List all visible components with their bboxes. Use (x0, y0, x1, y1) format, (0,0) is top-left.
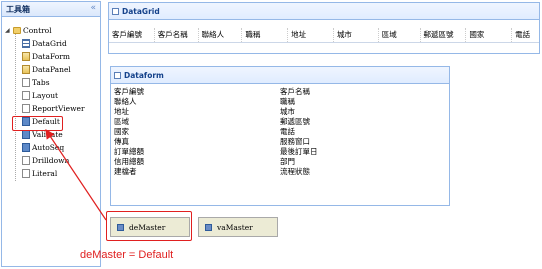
tree-item-label: Layout (32, 91, 59, 100)
tree-item-label: Drilldown (32, 156, 70, 165)
annotation-label: deMaster = Default (80, 249, 174, 261)
tree-item-tabs[interactable]: Tabs (22, 77, 50, 88)
validate-icon (22, 130, 30, 139)
page-icon (22, 78, 30, 87)
datagrid-title: DataGrid (122, 6, 160, 16)
datagrid-panel[interactable]: DataGrid 客戶編號 客戶名稱 聯絡人 職稱 地址 城市 區域 郵遞區號 … (108, 2, 540, 54)
highlight-default (12, 116, 63, 131)
datagrid-columns: 客戶編號 客戶名稱 聯絡人 職稱 地址 城市 區域 郵遞區號 國家 電話 (109, 28, 539, 43)
vamaster-label: vaMaster (217, 222, 253, 232)
tree-item-label: AutoSeq (32, 143, 65, 152)
collapse-icon[interactable]: « (90, 3, 96, 13)
tree-item-drilldown[interactable]: Drilldown (22, 155, 69, 166)
field-label: 建檔者 (114, 166, 137, 176)
tree-item-label: Validate (32, 130, 63, 139)
page-icon (22, 169, 30, 178)
autoseq-icon (22, 143, 30, 152)
tree-item-label: DataForm (32, 52, 70, 61)
column-header[interactable]: 客戶編號 (109, 28, 155, 42)
dataform-fields: 客戶編號 客戶名稱 聯絡人 職稱 地址 城市 區域 郵遞區號 國家 電話 傳真 服務窗口 訂… (114, 86, 446, 176)
tree-root-control[interactable]: ◢ Control (5, 25, 52, 36)
dataform-header: Dataform (111, 67, 449, 84)
column-header[interactable]: 地址 (288, 28, 334, 42)
column-header[interactable]: 客戶名稱 (155, 28, 199, 42)
folder-icon (13, 27, 21, 34)
tree-item-label: Literal (32, 169, 58, 178)
column-header[interactable]: 電話 (512, 28, 539, 42)
tree-item-label: DataGrid (32, 39, 67, 48)
tree-item-label: DataPanel (32, 65, 71, 74)
page-icon (22, 156, 30, 165)
tree-item-autoseq[interactable]: AutoSeq (22, 142, 64, 153)
component-icon (205, 223, 212, 231)
tree-root-label: Control (23, 26, 52, 35)
column-header[interactable]: 區域 (379, 28, 421, 42)
highlight-demaster (106, 211, 192, 241)
toolbox-header: 工具箱 « (2, 2, 100, 17)
column-header[interactable]: 郵遞區號 (421, 28, 467, 42)
column-header[interactable]: 聯絡人 (199, 28, 243, 42)
collapse-triangle-icon[interactable]: ◢ (5, 27, 11, 34)
tree-item-label: ReportViewer (32, 104, 85, 113)
component-icon (22, 52, 30, 61)
datagrid-header: DataGrid (109, 3, 539, 20)
column-header[interactable]: 國家 (466, 28, 513, 42)
field-label: 流程狀態 (280, 166, 310, 176)
grid-icon (112, 7, 119, 15)
tree-item-datapanel[interactable]: DataPanel (22, 64, 71, 75)
tree-item-layout[interactable]: Layout (22, 90, 58, 101)
tree-item-label: Tabs (32, 78, 50, 87)
component-icon (22, 65, 30, 74)
column-header[interactable]: 城市 (334, 28, 379, 42)
dataform-title: Dataform (124, 70, 164, 80)
toolbox-title: 工具箱 (6, 5, 30, 14)
tree-item-literal[interactable]: Literal (22, 168, 57, 179)
tree-item-dataform[interactable]: DataForm (22, 51, 70, 62)
dataform-panel[interactable]: Dataform 客戶編號 客戶名稱 聯絡人 職稱 地址 城市 區域 郵遞區號 國家 電話… (110, 66, 450, 206)
page-icon (22, 104, 30, 113)
tree-item-reportviewer[interactable]: ReportViewer (22, 103, 85, 114)
datagrid-icon (22, 39, 30, 48)
page-icon (22, 91, 30, 100)
toolbox-panel: 工具箱 « ◢ Control DataGrid DataForm DataPa… (1, 1, 101, 267)
vamaster-component[interactable]: vaMaster (198, 217, 278, 237)
tree-item-datagrid[interactable]: DataGrid (22, 38, 67, 49)
form-icon (114, 71, 121, 79)
column-header[interactable]: 職稱 (242, 28, 289, 42)
